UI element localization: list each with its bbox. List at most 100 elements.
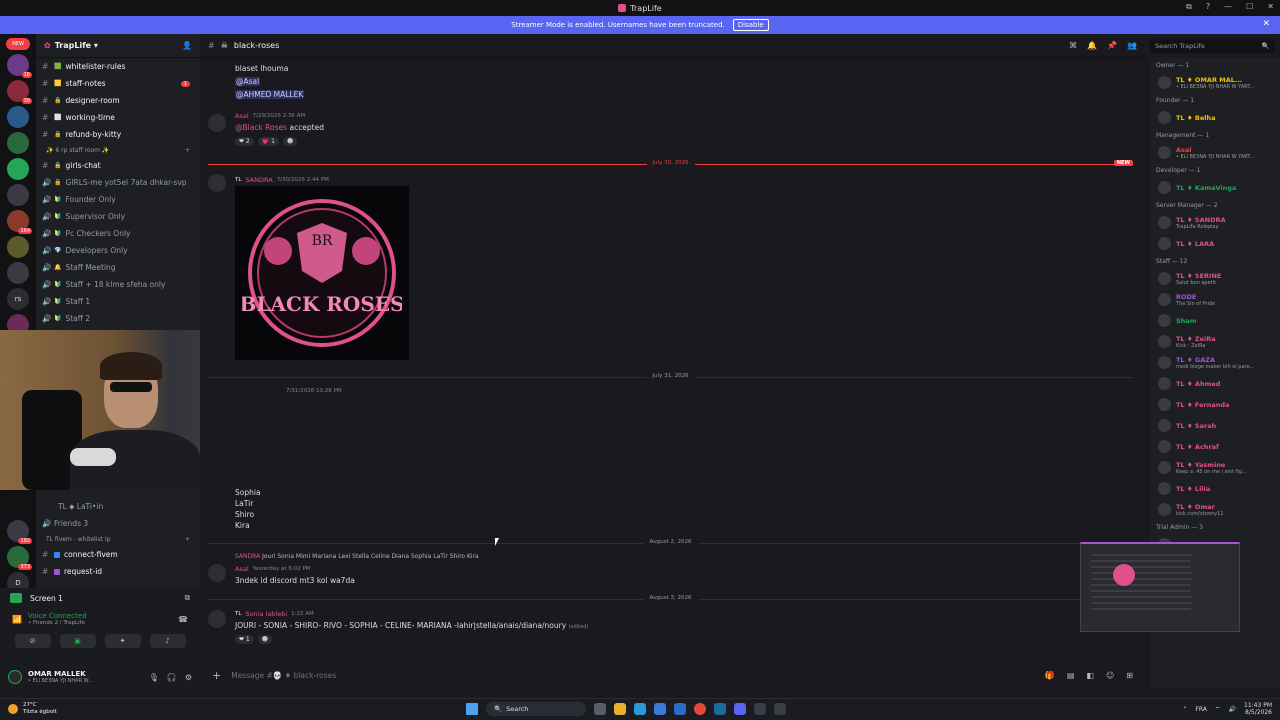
sticker-icon[interactable]: ◧: [1086, 671, 1094, 680]
add-channel-icon[interactable]: +: [185, 147, 190, 154]
app-icon[interactable]: [754, 703, 766, 715]
threads-icon[interactable]: ⌘: [1069, 41, 1077, 50]
lang-indicator[interactable]: FRA: [1195, 706, 1206, 713]
member-item[interactable]: TL ♦ Achraf: [1150, 436, 1280, 457]
member-item[interactable]: TL ♦ LARA: [1150, 233, 1280, 254]
avatar[interactable]: [208, 174, 226, 192]
message-author[interactable]: TL Sonia lablebi 1:22 AM: [235, 610, 314, 618]
channel-item[interactable]: 🔊 🔰 Supervisor Only: [36, 208, 200, 225]
server-icon[interactable]: 373: [7, 546, 32, 570]
server-icon[interactable]: [7, 132, 29, 154]
inbox-icon[interactable]: ⧉: [1186, 2, 1192, 12]
message-author[interactable]: Asal Yesterday at 6:02 PM: [235, 565, 311, 573]
disable-button[interactable]: Disable: [732, 19, 769, 31]
help-icon[interactable]: ?: [1206, 2, 1210, 12]
image-attachment[interactable]: BR BLACK ROSES: [235, 186, 409, 360]
server-icon[interactable]: [7, 106, 29, 128]
channel-request-id[interactable]: # request-id: [36, 563, 200, 580]
member-item[interactable]: TL ♦ GAZA medi bloge maker bih el pare...: [1150, 352, 1280, 373]
server-icon[interactable]: 164: [7, 210, 32, 234]
member-item[interactable]: Asal • ELI BE3NA YJI NHAR W YART...: [1150, 142, 1280, 163]
reaction[interactable]: ❤ 2: [235, 137, 254, 146]
emoji-icon[interactable]: ☺: [1106, 671, 1114, 680]
disconnect-icon[interactable]: ☎: [178, 615, 188, 624]
current-user[interactable]: OMAR MALLEK • ELI BE3NA YJI NHAR W... 🎙 🎧 ⚙: [0, 666, 200, 688]
add-reaction-icon[interactable]: ☻: [257, 635, 273, 644]
server-icon[interactable]: [7, 262, 29, 284]
server-icon[interactable]: 192: [7, 520, 32, 544]
outlook-icon[interactable]: [674, 703, 686, 715]
voice-connected[interactable]: 📶 Voice Connected • Friends 2 / TrapLife …: [0, 608, 200, 630]
gif-icon[interactable]: ▤: [1067, 671, 1075, 680]
reply-preview[interactable]: SANDRA Jouri Sonia Mimi Mariana Lexi Ste…: [235, 553, 479, 560]
channel-item[interactable]: # ⬜ working-time: [36, 109, 200, 126]
add-reaction-icon[interactable]: ☻: [282, 137, 298, 146]
close-button[interactable]: ✕: [1267, 2, 1274, 12]
channel-item[interactable]: 🔊 🔰 Founder Only: [36, 191, 200, 208]
channel-item[interactable]: # 🟨 staff-notes 1: [36, 75, 200, 92]
message-author[interactable]: TL SANDRA 7/30/2026 2:44 PM: [235, 176, 329, 184]
channel-item[interactable]: 🔊 🔰 Pc Checkers Only: [36, 225, 200, 242]
avatar[interactable]: [208, 564, 226, 582]
server-header[interactable]: ✿ TrapLife ▾ 👤: [36, 34, 200, 58]
voice-channel-friends-3[interactable]: 🔊 Friends 3: [36, 515, 200, 532]
gift-icon[interactable]: 🎁: [1045, 671, 1055, 680]
member-item[interactable]: TL ♦ OMAR MAL... • ELI BE3NA YJI NHAR W Y…: [1150, 72, 1280, 93]
category-staff-room[interactable]: ✨ 6 rp staff room ✨ +: [36, 143, 200, 157]
camera-off-icon[interactable]: ⊘: [14, 634, 51, 648]
file-explorer-icon[interactable]: [614, 703, 626, 715]
member-item[interactable]: TL ♦ Sarah: [1150, 415, 1280, 436]
activities-icon[interactable]: ✦: [104, 634, 141, 648]
apps-icon[interactable]: ⊞: [1126, 671, 1133, 680]
mention[interactable]: @Asal: [235, 77, 261, 86]
member-item[interactable]: TL ♦ Yasmine Keep a .45 on me i aint fig.…: [1150, 457, 1280, 478]
server-icon[interactable]: rs: [7, 288, 29, 310]
pin-icon[interactable]: 📌: [1107, 41, 1117, 50]
channel-connect-fivem[interactable]: # connect-fivem: [36, 546, 200, 563]
category-fivem[interactable]: TL fivem - whitelist ip +: [36, 532, 200, 546]
reaction[interactable]: ❤ 1: [235, 635, 254, 644]
minimize-button[interactable]: —: [1224, 2, 1232, 12]
channel-item[interactable]: 🔊 🔰 Staff 1: [36, 293, 200, 310]
message-input[interactable]: Message #💀 ♦ black-roses: [231, 671, 1035, 680]
member-item[interactable]: TL ♦ Lilia: [1150, 478, 1280, 499]
channel-item[interactable]: 🔊 💎 Developers Only: [36, 242, 200, 259]
bell-icon[interactable]: 🔔: [1087, 41, 1097, 50]
clock[interactable]: 11:43 PM 8/5/2026: [1244, 702, 1272, 716]
volume-icon[interactable]: 🔊: [1229, 706, 1236, 713]
steam-icon[interactable]: [714, 703, 726, 715]
screen-share-icon[interactable]: ▣: [59, 634, 96, 648]
channel-item[interactable]: # 🟩 whitelister-rules: [36, 58, 200, 75]
chrome-icon[interactable]: [694, 703, 706, 715]
channel-item[interactable]: 🔊 🔰 Staff 2: [36, 310, 200, 327]
server-icon[interactable]: 18: [7, 54, 32, 78]
channel-item[interactable]: # 🔒 designer-room: [36, 92, 200, 109]
screen-share-preview[interactable]: [1080, 542, 1240, 632]
app-icon[interactable]: [774, 703, 786, 715]
edge-icon[interactable]: [634, 703, 646, 715]
mention[interactable]: @AHMED MALLEK: [235, 90, 305, 99]
discord-icon[interactable]: [734, 703, 746, 715]
start-icon[interactable]: [466, 703, 478, 715]
avatar[interactable]: [208, 114, 226, 132]
gear-icon[interactable]: ⚙: [185, 673, 192, 682]
task-view-icon[interactable]: [594, 703, 606, 715]
member-item[interactable]: TL ♦ Omar kick.com/xtoony11: [1150, 499, 1280, 520]
mic-icon[interactable]: 🎙: [149, 673, 159, 682]
voice-member[interactable]: TL ⬥ LaTi•in: [36, 498, 200, 515]
member-item[interactable]: TL ♦ SERINE Salut bon apetit: [1150, 268, 1280, 289]
member-item[interactable]: TL ♦ Ahmed: [1150, 373, 1280, 394]
member-item[interactable]: TL ♦ Belha: [1150, 107, 1280, 128]
server-icon[interactable]: [7, 158, 29, 180]
channel-item[interactable]: # 🔒 refund-by-kitty: [36, 126, 200, 143]
member-item[interactable]: TL ♦ Fernanda: [1150, 394, 1280, 415]
members-icon[interactable]: 👥: [1127, 41, 1137, 50]
message-author[interactable]: Asal 7/29/2026 2:36 AM: [235, 112, 305, 120]
member-item[interactable]: RODE The Sin of Pride: [1150, 289, 1280, 310]
channel-item[interactable]: 🔊 🔒 GIRLS-me yot5el 7ata dhkar-svp: [36, 174, 200, 191]
channel-item[interactable]: 🔊 🔰 Staff + 18 klme sfeha only: [36, 276, 200, 293]
server-icon[interactable]: [7, 236, 29, 258]
add-channel-icon[interactable]: +: [185, 536, 190, 543]
new-badge[interactable]: NEW: [6, 38, 30, 50]
store-icon[interactable]: [654, 703, 666, 715]
